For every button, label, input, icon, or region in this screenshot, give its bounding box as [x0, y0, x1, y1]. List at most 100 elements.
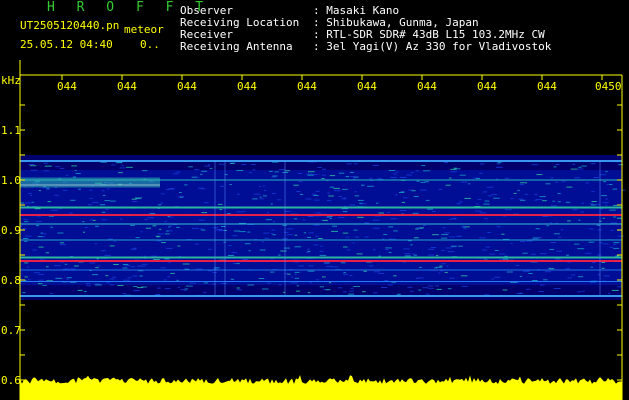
noise-speckle — [89, 189, 93, 191]
noise-speckle — [270, 271, 275, 273]
noise-speckle — [28, 193, 32, 195]
noise-speckle — [493, 197, 500, 199]
noise-speckle — [543, 279, 548, 281]
noise-speckle — [265, 219, 272, 221]
noise-speckle — [555, 164, 560, 165]
noise-speckle — [42, 236, 46, 238]
noise-speckle — [101, 219, 107, 221]
noise-speckle — [373, 271, 380, 273]
noise-speckle — [218, 230, 225, 232]
noise-speckle — [164, 233, 170, 235]
noise-speckle — [483, 203, 490, 205]
noise-speckle — [438, 188, 443, 190]
early-signal-block — [20, 177, 160, 188]
noise-speckle — [318, 238, 323, 239]
noise-speckle — [201, 188, 206, 190]
noise-speckle — [307, 216, 314, 217]
noise-speckle — [142, 263, 148, 265]
noise-speckle — [45, 252, 50, 254]
noise-speckle — [201, 170, 208, 172]
noise-speckle — [565, 201, 571, 203]
time-tick-label: 044 — [297, 80, 317, 93]
noise-speckle — [337, 216, 345, 218]
noise-speckle — [124, 265, 131, 267]
noise-speckle — [346, 249, 351, 251]
noise-speckle — [132, 275, 137, 277]
noise-speckle — [416, 180, 420, 182]
noise-speckle — [484, 218, 488, 220]
noise-speckle — [396, 293, 401, 295]
noise-speckle — [271, 229, 275, 231]
noise-speckle — [399, 210, 407, 211]
noise-speckle — [519, 184, 524, 186]
spectrogram-plot — [19, 60, 626, 400]
noise-speckle — [476, 178, 481, 179]
noise-speckle — [122, 264, 129, 265]
noise-speckle — [160, 267, 166, 269]
noise-speckle — [581, 290, 585, 292]
noise-speckle — [50, 226, 53, 228]
noise-speckle — [252, 169, 256, 171]
noise-speckle — [441, 234, 449, 236]
noise-speckle — [496, 163, 501, 165]
noise-speckle — [601, 267, 605, 269]
noise-speckle — [441, 249, 445, 251]
page-marker: 0.. — [140, 38, 160, 51]
noise-speckle — [577, 248, 585, 250]
noise-speckle — [506, 271, 513, 273]
noise-speckle — [534, 199, 538, 201]
noise-speckle — [456, 203, 461, 205]
noise-speckle — [356, 253, 363, 255]
time-tick-label: 044 — [357, 80, 377, 93]
noise-speckle — [164, 258, 170, 260]
noise-speckle — [609, 209, 616, 211]
noise-speckle — [352, 242, 355, 244]
noise-speckle — [274, 171, 279, 173]
noise-speckle — [363, 270, 367, 272]
noise-speckle — [602, 243, 609, 245]
noise-speckle — [201, 212, 207, 214]
noise-speckle — [46, 188, 50, 190]
mode-label: meteor — [124, 23, 164, 36]
noise-speckle — [203, 202, 209, 204]
noise-speckle — [369, 265, 374, 267]
noise-speckle — [262, 288, 269, 290]
noise-speckle — [550, 222, 553, 224]
time-tick-label: 0450 — [595, 80, 622, 93]
noise-speckle — [266, 282, 272, 284]
noise-speckle — [311, 193, 317, 195]
noise-speckle — [194, 169, 200, 171]
noise-speckle — [293, 218, 298, 220]
noise-speckle — [101, 190, 105, 192]
noise-speckle — [610, 229, 614, 231]
noise-speckle — [307, 248, 310, 250]
noise-speckle — [298, 173, 303, 174]
noise-speckle — [495, 178, 498, 180]
noise-speckle — [542, 200, 547, 202]
noise-speckle — [504, 177, 509, 179]
noise-speckle — [450, 245, 457, 247]
noise-speckle — [122, 293, 126, 295]
noise-speckle — [423, 170, 430, 172]
noise-speckle — [412, 212, 419, 214]
noise-speckle — [460, 275, 468, 277]
noise-speckle — [517, 189, 520, 191]
noise-speckle — [278, 284, 282, 286]
noise-speckle — [157, 233, 164, 235]
noise-speckle — [445, 184, 451, 186]
noise-speckle — [250, 164, 256, 165]
noise-speckle — [422, 287, 428, 289]
noise-speckle — [266, 212, 270, 214]
noise-speckle — [42, 284, 47, 286]
noise-speckle — [613, 243, 617, 245]
noise-speckle — [369, 177, 373, 179]
noise-speckle — [491, 194, 498, 196]
noise-speckle — [385, 249, 389, 251]
noise-speckle — [135, 237, 140, 239]
noise-speckle — [338, 196, 342, 197]
noise-speckle — [86, 285, 91, 287]
noise-speckle — [36, 225, 40, 227]
noise-speckle — [415, 170, 419, 172]
noise-speckle — [185, 285, 193, 287]
noise-speckle — [602, 202, 609, 204]
